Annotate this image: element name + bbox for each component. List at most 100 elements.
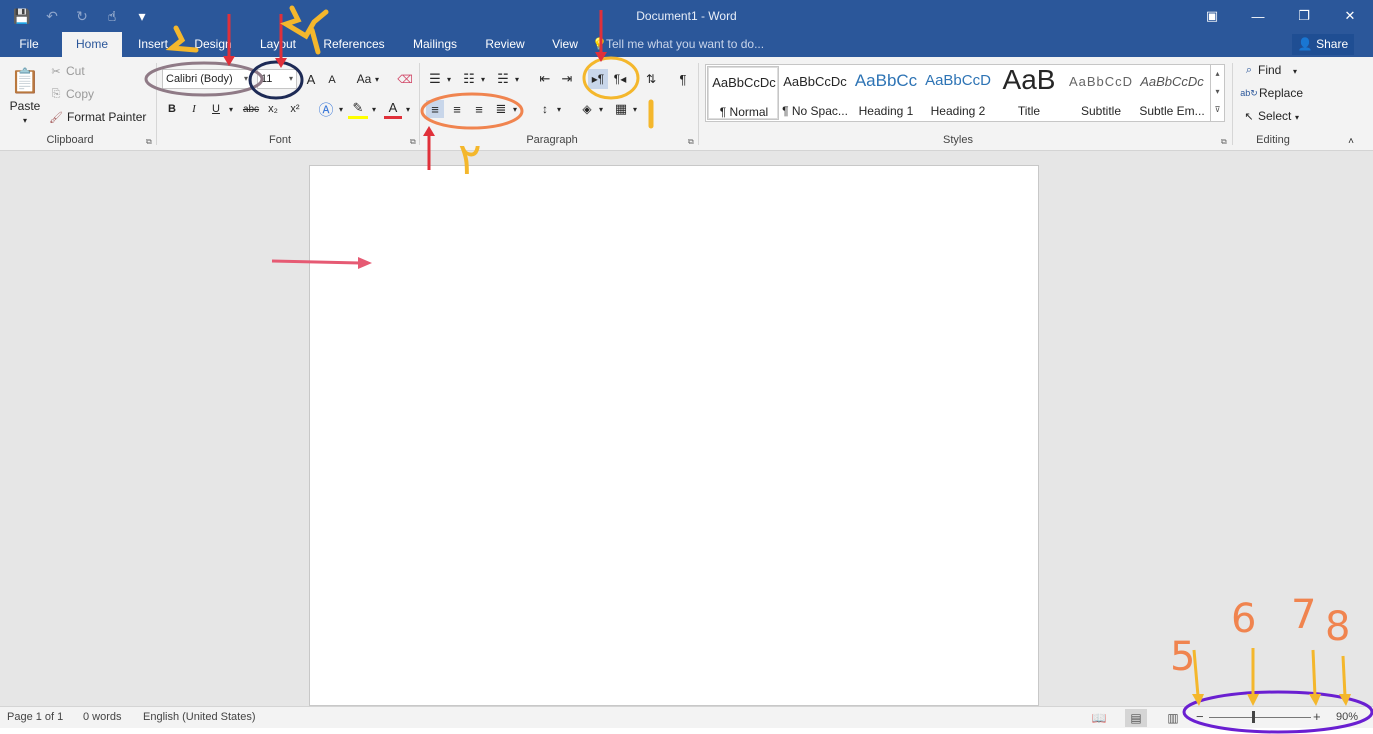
shrink-font-button[interactable]: A	[326, 72, 338, 88]
align-right-icon[interactable]: ≡	[470, 100, 488, 118]
share-button[interactable]: 👤 Share	[1292, 34, 1354, 55]
chevron-down-icon[interactable]: ▾	[372, 72, 382, 86]
ltr-direction-button[interactable]: ▸¶	[588, 69, 608, 89]
tab-references[interactable]: References	[320, 32, 388, 57]
style-subtitle[interactable]: AaBbCcD Subtitle	[1065, 66, 1137, 120]
tab-review[interactable]: Review	[478, 32, 532, 57]
tab-insert[interactable]: Insert	[132, 32, 174, 57]
clipboard-launcher-icon[interactable]: ⧉	[146, 137, 152, 147]
strikethrough-button[interactable]: abc	[240, 100, 262, 118]
subscript-button[interactable]: x₂	[264, 100, 282, 118]
grow-font-button[interactable]: A	[304, 70, 318, 88]
chevron-down-icon[interactable]: ▾	[596, 102, 606, 116]
style-subtle-emphasis[interactable]: AaBbCcDc Subtle Em...	[1136, 66, 1208, 120]
styles-launcher-icon[interactable]: ⧉	[1221, 137, 1227, 147]
chevron-down-icon[interactable]: ▾	[403, 102, 413, 116]
chevron-down-icon[interactable]: ▾	[510, 102, 520, 116]
highlight-icon[interactable]: ✎	[348, 99, 368, 119]
numbering-icon[interactable]: ☷	[460, 70, 478, 88]
paragraph-group-label: Paragraph	[526, 134, 578, 146]
sort-icon[interactable]: ⇅	[642, 70, 660, 88]
copy-button[interactable]: Copy	[66, 86, 100, 102]
zoom-in-button[interactable]: +	[1313, 709, 1321, 724]
find-button[interactable]: Find	[1258, 62, 1294, 78]
tell-me-input[interactable]: Tell me what you want to do...	[606, 32, 764, 57]
multilevel-list-icon[interactable]: ☵	[494, 70, 512, 88]
chevron-down-icon[interactable]: ▾	[226, 102, 236, 116]
collapse-ribbon-icon[interactable]: ˄	[1344, 135, 1358, 147]
paragraph-launcher-icon[interactable]: ⧉	[688, 137, 694, 147]
text-effects-icon[interactable]: Ⓐ	[316, 99, 336, 119]
yellow-arrow	[1311, 649, 1317, 697]
tab-file[interactable]: File	[8, 32, 50, 57]
chevron-down-icon[interactable]: ▾	[630, 102, 640, 116]
borders-icon[interactable]: ▦	[612, 100, 630, 118]
line-spacing-icon[interactable]: ↕	[536, 100, 554, 118]
justify-icon[interactable]: ≣	[492, 100, 510, 118]
align-center-icon[interactable]: ≡	[448, 100, 466, 118]
shading-icon[interactable]: ◈	[578, 100, 596, 118]
tab-layout[interactable]: Layout	[255, 32, 301, 57]
paste-button[interactable]: Paste	[4, 99, 46, 113]
superscript-button[interactable]: x²	[286, 100, 304, 118]
bullets-icon[interactable]: ☰	[426, 70, 444, 88]
style-title[interactable]: AaB Title	[993, 64, 1065, 120]
align-left-icon[interactable]: ≡	[426, 100, 444, 118]
zoom-level[interactable]: 90%	[1336, 711, 1358, 723]
chevron-down-icon[interactable]: ▾	[336, 102, 346, 116]
chevron-down-icon[interactable]: ▾	[512, 72, 522, 86]
zoom-slider-thumb[interactable]	[1252, 711, 1255, 723]
document-page[interactable]	[309, 165, 1039, 706]
cut-button[interactable]: Cut	[66, 63, 90, 79]
minimize-button[interactable]: —	[1235, 0, 1281, 32]
chevron-down-icon[interactable]: ▾	[444, 72, 454, 86]
ribbon-display-options-icon[interactable]: ▣	[1189, 0, 1235, 32]
font-size-select[interactable]: 11 ▾	[257, 69, 297, 89]
style-heading-2[interactable]: AaBbCcD Heading 2	[922, 66, 994, 120]
select-button[interactable]: Select	[1258, 108, 1292, 124]
paste-icon[interactable]: 📋	[8, 63, 42, 99]
zoom-slider-track[interactable]	[1209, 717, 1311, 718]
style-name: Subtle Em...	[1139, 104, 1205, 118]
italic-button[interactable]: I	[186, 100, 202, 118]
paste-dropdown-icon[interactable]: ▾	[18, 115, 32, 125]
print-layout-icon[interactable]: ▤	[1125, 709, 1147, 727]
chevron-down-icon[interactable]: ▾	[1292, 110, 1302, 124]
font-color-button[interactable]: A	[384, 99, 402, 119]
change-case-button[interactable]: Aa	[354, 70, 374, 88]
tab-home[interactable]: Home	[62, 32, 122, 57]
close-button[interactable]: ✕	[1327, 0, 1373, 32]
web-layout-icon[interactable]: ▥	[1162, 709, 1184, 727]
zoom-out-button[interactable]: −	[1196, 709, 1204, 724]
style-no-spacing[interactable]: AaBbCcDc ¶ No Spac...	[779, 66, 851, 120]
font-family-select[interactable]: Calibri (Body) ▾	[162, 69, 252, 89]
tab-mailings[interactable]: Mailings	[404, 32, 466, 57]
rtl-direction-button[interactable]: ¶◂	[610, 69, 630, 89]
chevron-down-icon[interactable]: ▾	[369, 102, 379, 116]
tab-design[interactable]: Design	[190, 32, 236, 57]
chevron-down-icon[interactable]: ▾	[478, 72, 488, 86]
format-painter-button[interactable]: Format Painter	[67, 109, 149, 125]
vertical-scrollbar[interactable]	[1364, 151, 1373, 706]
chevron-down-icon[interactable]: ▾	[554, 102, 564, 116]
restore-button[interactable]: ❐	[1281, 0, 1327, 32]
show-formatting-button[interactable]: ¶	[674, 70, 692, 88]
page-count[interactable]: Page 1 of 1	[7, 711, 63, 723]
tab-view[interactable]: View	[544, 32, 586, 57]
chevron-up-icon[interactable]: ▴	[1211, 65, 1224, 83]
read-mode-icon[interactable]: 📖	[1088, 709, 1110, 727]
bold-button[interactable]: B	[164, 100, 180, 118]
decrease-indent-icon[interactable]: ⇤	[536, 70, 554, 88]
style-normal[interactable]: AaBbCcDc ¶ Normal	[707, 66, 779, 120]
font-launcher-icon[interactable]: ⧉	[410, 137, 416, 147]
chevron-down-icon[interactable]: ▾	[1290, 64, 1300, 78]
increase-indent-icon[interactable]: ⇥	[558, 70, 576, 88]
language-indicator[interactable]: English (United States)	[143, 711, 256, 723]
style-heading-1[interactable]: AaBbCc Heading 1	[850, 66, 922, 120]
replace-button[interactable]: Replace	[1259, 85, 1309, 101]
more-styles-icon[interactable]: ⊽	[1211, 101, 1224, 119]
clear-formatting-icon[interactable]: ⌫	[396, 70, 414, 88]
chevron-down-icon[interactable]: ▾	[1211, 83, 1224, 101]
word-count[interactable]: 0 words	[83, 711, 122, 723]
underline-button[interactable]: U	[208, 100, 224, 118]
